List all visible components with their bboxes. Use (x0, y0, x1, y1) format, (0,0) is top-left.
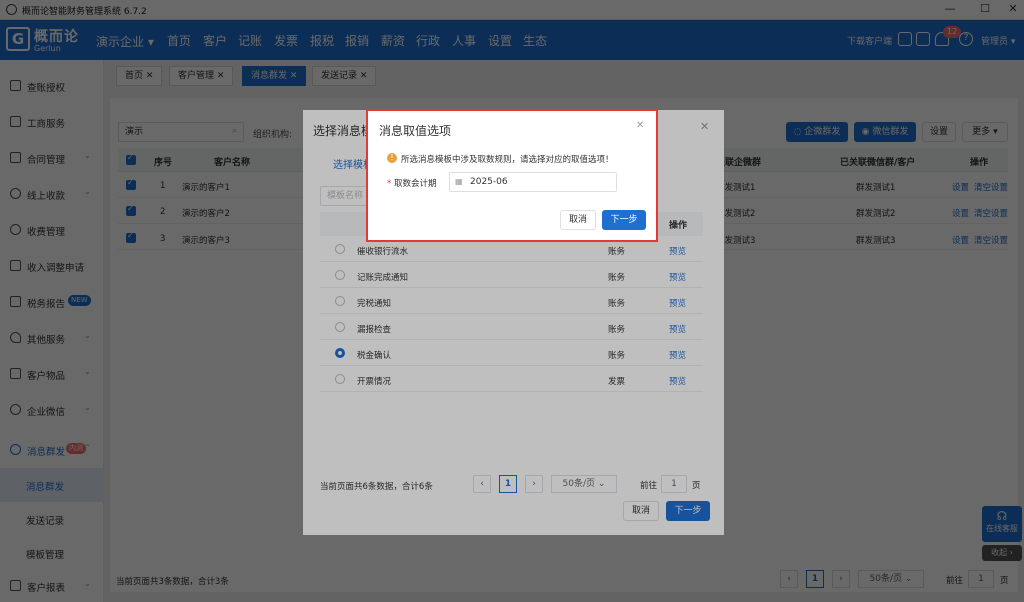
warning-icon: ! (387, 153, 397, 163)
dialog-next-button[interactable]: 下一步 (602, 210, 646, 230)
dialog-close-button[interactable]: ✕ (636, 120, 644, 131)
dialog-title: 消息取值选项 (379, 124, 452, 138)
modal-backdrop-2 (0, 0, 1024, 602)
calendar-icon: ▦ (455, 177, 463, 186)
notice-text: 所选消息模板中涉及取数规则，请选择对应的取值选项！ (401, 155, 614, 165)
dialog-cancel-button[interactable]: 取消 (560, 210, 596, 230)
period-date-picker[interactable]: 2025-06 (449, 172, 617, 192)
field-label: * 取数会计期 (387, 179, 437, 189)
value-options-dialog: 消息取值选项 ✕ ! 所选消息模板中涉及取数规则，请选择对应的取值选项！ * 取… (366, 109, 658, 242)
